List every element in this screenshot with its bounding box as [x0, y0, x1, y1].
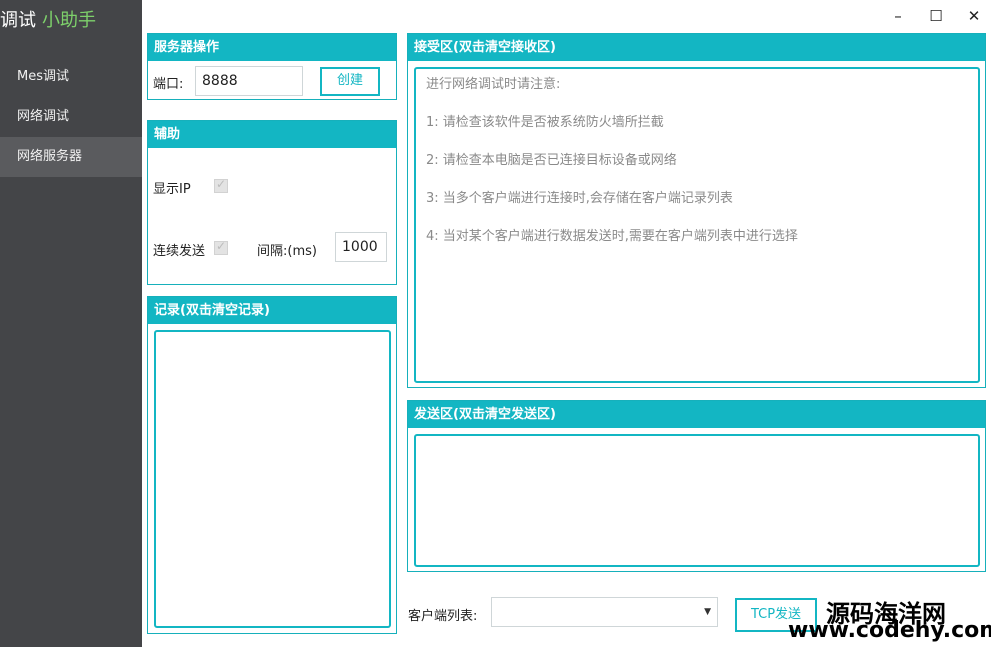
receive-line: 3: 当多个客户端进行连接时,会存储在客户端记录列表 [426, 191, 733, 206]
sidebar-item-network-server[interactable]: 网络服务器 [0, 137, 142, 177]
continuous-send-label: 连续发送 [153, 244, 206, 259]
close-button[interactable]: ✕ [960, 4, 988, 28]
receive-textarea[interactable]: 进行网络调试时请注意: 1: 请检查该软件是否被系统防火墙所拦截 2: 请检查本… [414, 67, 980, 383]
receive-line: 4: 当对某个客户端进行数据发送时,需要在客户端列表中进行选择 [426, 229, 798, 244]
server-ops-group: 服务器操作 端口: 8888 创建 [147, 33, 397, 100]
close-icon: ✕ [967, 7, 981, 25]
receive-line: 1: 请检查该软件是否被系统防火墙所拦截 [426, 115, 664, 130]
receive-line: 进行网络调试时请注意: [426, 77, 561, 92]
chevron-down-icon: ▼ [704, 607, 711, 617]
show-ip-label: 显示IP [153, 182, 191, 197]
continuous-send-checkbox[interactable] [214, 239, 228, 255]
send-group: 发送区(双击清空发送区) [407, 400, 986, 572]
log-group: 记录(双击清空记录) [147, 296, 397, 634]
client-list-select[interactable]: ▼ [491, 597, 718, 627]
client-list-label: 客户端列表: [408, 609, 478, 624]
app-title: 调试 小助手 [0, 6, 142, 36]
minimize-button[interactable]: – [884, 4, 912, 28]
aux-title: 辅助 [148, 121, 396, 148]
create-button[interactable]: 创建 [320, 67, 380, 96]
app-title-part1: 调试 [0, 10, 36, 31]
port-input[interactable]: 8888 [195, 66, 303, 96]
aux-group: 辅助 显示IP 连续发送 间隔:(ms) 1000 [147, 120, 397, 285]
log-list[interactable] [154, 330, 391, 628]
interval-input[interactable]: 1000 [335, 232, 387, 262]
sidebar-item-mes[interactable]: Mes调试 [0, 57, 142, 97]
log-title: 记录(双击清空记录) [148, 297, 396, 324]
maximize-icon: ☐ [929, 7, 943, 25]
maximize-button[interactable]: ☐ [922, 4, 950, 28]
minimize-icon: – [894, 7, 902, 25]
app-title-part2: 小助手 [42, 10, 96, 31]
watermark-url: www.codehy.com [788, 618, 991, 643]
sidebar-item-network-debug[interactable]: 网络调试 [0, 97, 142, 137]
interval-label: 间隔:(ms) [257, 244, 317, 259]
show-ip-checkbox[interactable] [214, 177, 228, 193]
sidebar-item-label: 网络调试 [17, 109, 70, 124]
port-label: 端口: [153, 77, 184, 92]
send-textarea[interactable] [414, 434, 980, 567]
server-ops-title: 服务器操作 [148, 34, 396, 61]
receive-line: 2: 请检查本电脑是否已连接目标设备或网络 [426, 153, 677, 168]
sidebar: 调试 小助手 Mes调试 网络调试 网络服务器 [0, 0, 142, 647]
receive-group: 接受区(双击清空接收区) 进行网络调试时请注意: 1: 请检查该软件是否被系统防… [407, 33, 986, 388]
send-title: 发送区(双击清空发送区) [408, 401, 985, 428]
sidebar-item-label: 网络服务器 [17, 149, 83, 164]
receive-title: 接受区(双击清空接收区) [408, 34, 985, 61]
sidebar-item-label: Mes调试 [17, 69, 69, 84]
